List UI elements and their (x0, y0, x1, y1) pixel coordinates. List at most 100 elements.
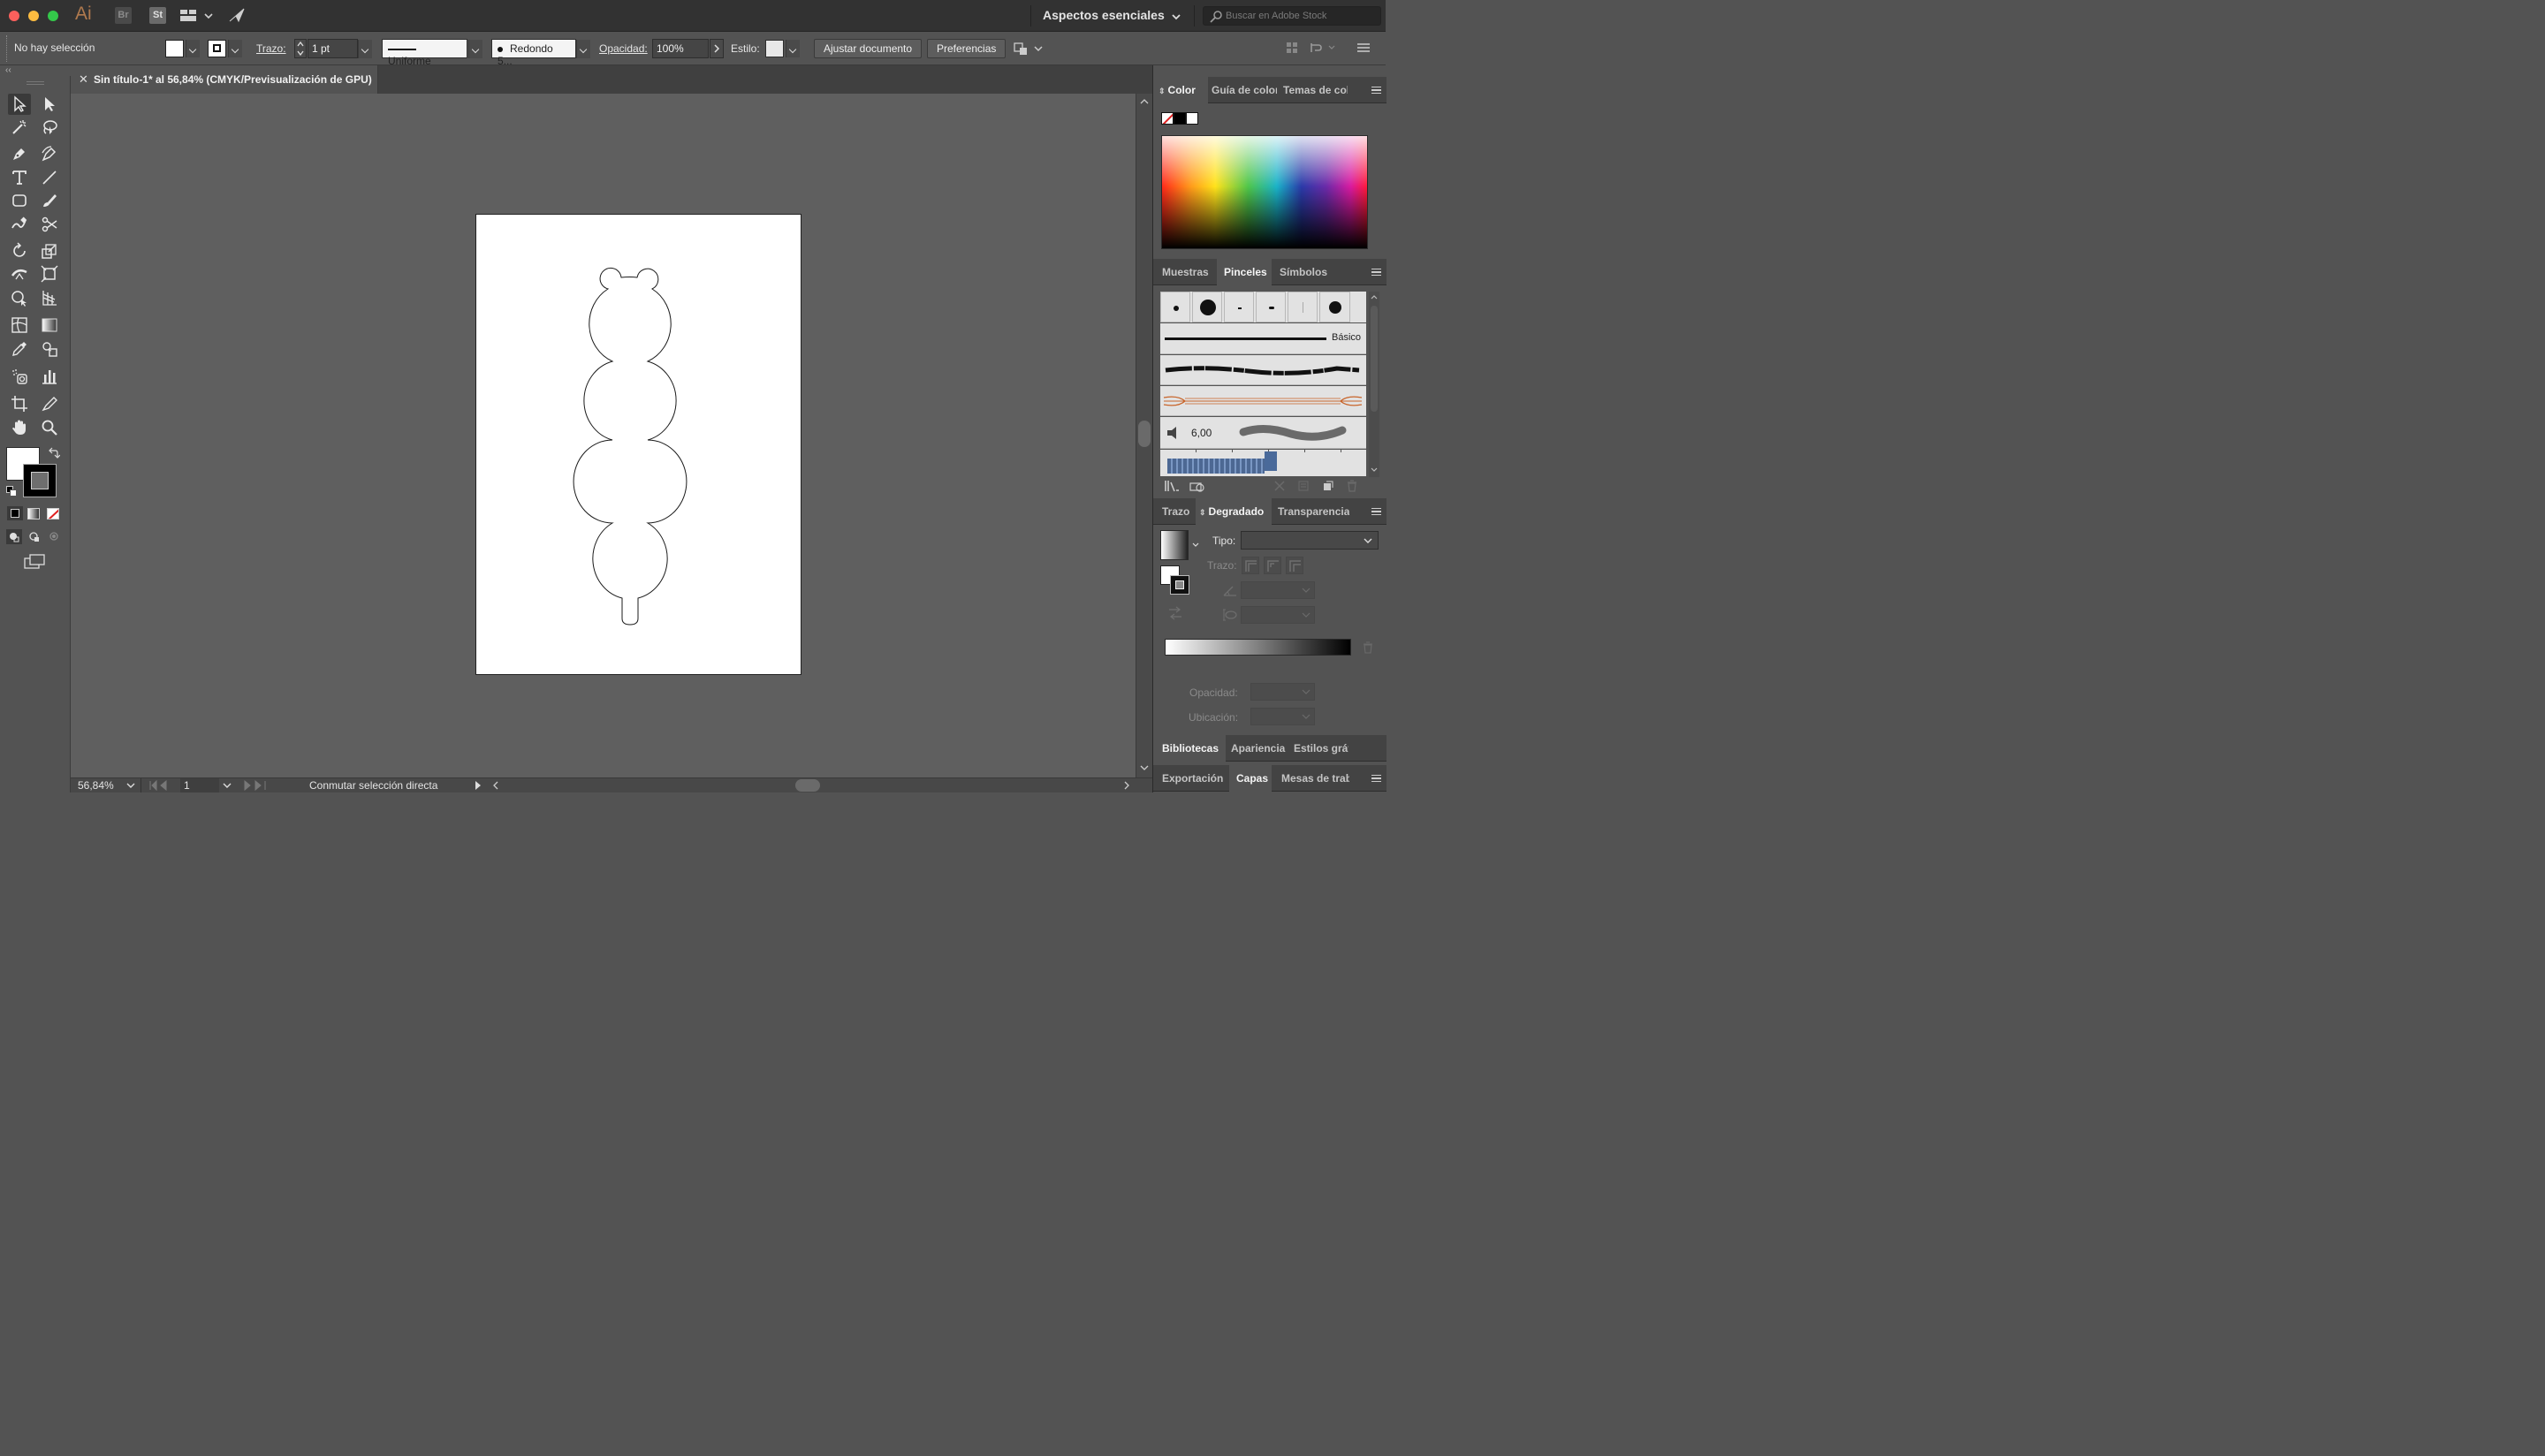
color-spectrum[interactable] (1161, 135, 1368, 249)
arrange-documents-button[interactable] (180, 9, 216, 23)
graphic-style-dropdown[interactable] (786, 40, 800, 57)
artboard[interactable] (475, 214, 801, 675)
tab-symbols[interactable]: Símbolos (1272, 259, 1333, 285)
tab-artboards[interactable]: Mesas de trabajo (1275, 765, 1349, 792)
scroll-left-icon[interactable] (491, 780, 500, 791)
tab-layers[interactable]: Capas (1229, 765, 1272, 792)
brush-libraries-icon[interactable] (1164, 480, 1180, 492)
tab-libraries[interactable]: Bibliotecas (1153, 735, 1226, 762)
stroke-within-button[interactable] (1242, 557, 1259, 574)
magic-wand-tool[interactable] (8, 117, 31, 138)
variable-width-profile[interactable]: Uniforme (382, 39, 467, 67)
brush-tip-cell[interactable] (1256, 292, 1286, 322)
close-window-button[interactable] (9, 11, 19, 21)
zoom-level-field[interactable]: 56,84% (78, 779, 114, 792)
tab-transparency[interactable]: Transparencia (1275, 498, 1349, 525)
transform-panel-icon[interactable] (1310, 42, 1336, 54)
tab-brushes[interactable]: Pinceles (1217, 259, 1272, 285)
document-tab[interactable]: ✕ Sin título-1* al 56,84% (CMYK/Previsua… (71, 65, 378, 94)
shape-builder-tool[interactable] (8, 287, 31, 308)
chevron-down-icon[interactable] (1172, 11, 1181, 24)
gradient-stroke-box[interactable] (1170, 575, 1189, 595)
profile-dropdown[interactable] (468, 40, 482, 58)
blend-tool[interactable] (38, 338, 61, 360)
opacity-label[interactable]: Opacidad: (599, 42, 648, 55)
stock-search-input[interactable]: Buscar en Adobe Stock (1203, 6, 1381, 26)
brush-tip-cell[interactable] (1319, 292, 1350, 322)
vertical-scrollbar[interactable] (1136, 94, 1152, 777)
first-previous-artboard-icons[interactable] (148, 780, 180, 791)
tab-swatches[interactable]: Muestras (1153, 259, 1215, 285)
brush-pattern-row[interactable] (1160, 450, 1366, 476)
stroke-across-button[interactable] (1286, 557, 1303, 574)
brush-tip-cell[interactable] (1224, 292, 1254, 322)
draw-normal-button[interactable] (6, 529, 22, 544)
pen-tool[interactable] (8, 143, 31, 164)
minimize-window-button[interactable] (28, 11, 39, 21)
close-document-icon[interactable]: ✕ (79, 72, 88, 87)
tab-gradient[interactable]: ⇕ Degradado (1196, 498, 1272, 525)
opacity-slider-toggle[interactable] (710, 39, 724, 58)
none-mode-button[interactable] (47, 508, 59, 519)
panel-menu-icon[interactable] (1371, 269, 1381, 276)
brushes-scrollbar[interactable] (1369, 292, 1379, 477)
stroke-color-box[interactable] (23, 464, 57, 497)
stock-button[interactable]: St (149, 7, 166, 24)
free-transform-tool[interactable] (38, 263, 61, 284)
selection-tool[interactable] (8, 94, 31, 115)
tab-color-guide[interactable]: Guía de color (1208, 77, 1277, 103)
graphic-style-swatch[interactable] (765, 40, 784, 57)
tab-color-themes[interactable]: Temas de color (1280, 77, 1348, 103)
gradient-preview-swatch[interactable] (1160, 530, 1189, 560)
default-colors-icon[interactable] (6, 486, 17, 497)
dango-outline-artwork[interactable] (476, 215, 801, 674)
tab-graphic-styles[interactable]: Estilos gráficos (1288, 735, 1348, 762)
horizontal-scroll-thumb[interactable] (795, 779, 820, 792)
eyedropper-tool[interactable] (8, 338, 31, 360)
none-swatch[interactable] (1161, 112, 1174, 125)
screen-mode-button[interactable] (24, 554, 45, 570)
canvas-area[interactable] (71, 94, 1136, 777)
brush-definition[interactable]: Redondo 5... (491, 39, 576, 67)
type-tool[interactable] (8, 167, 31, 188)
toolbar-grip[interactable] (27, 81, 44, 85)
stroke-dropdown[interactable] (228, 40, 242, 57)
curvature-tool[interactable] (38, 143, 61, 164)
panel-menu-icon[interactable] (1371, 87, 1381, 94)
brush-tip-cell[interactable] (1288, 292, 1318, 322)
shaper-tool[interactable] (8, 214, 31, 235)
vertical-scroll-thumb[interactable] (1138, 421, 1151, 447)
next-last-artboard-icons[interactable] (241, 780, 273, 791)
status-menu-icon[interactable] (474, 780, 482, 791)
rectangle-tool[interactable] (8, 190, 31, 211)
brush-tip-cell[interactable] (1192, 292, 1222, 322)
gradient-angle-field[interactable] (1241, 581, 1315, 599)
tab-appearance[interactable]: Apariencia (1226, 735, 1288, 762)
scroll-right-icon[interactable] (1122, 780, 1131, 791)
white-swatch[interactable] (1186, 112, 1198, 125)
zoom-tool[interactable] (38, 417, 61, 438)
black-swatch[interactable] (1174, 112, 1186, 125)
slice-tool[interactable] (38, 393, 61, 414)
remove-brush-stroke-icon[interactable] (1273, 480, 1286, 492)
line-segment-tool[interactable] (38, 167, 61, 188)
brush-bristle-row[interactable]: 6,00 (1160, 417, 1366, 449)
brush-dropdown[interactable] (576, 40, 590, 58)
fill-dropdown[interactable] (186, 40, 200, 57)
document-setup-button[interactable]: Ajustar documento (814, 39, 923, 58)
workspace-switcher[interactable]: Aspectos esenciales (1043, 8, 1165, 22)
gradient-aspect-field[interactable] (1241, 606, 1315, 624)
column-graph-tool[interactable] (38, 366, 61, 387)
bar-grip[interactable] (6, 35, 9, 62)
brush-decorative-row[interactable] (1160, 386, 1366, 416)
gradient-location-field[interactable] (1250, 708, 1315, 725)
gradient-mode-button[interactable] (27, 508, 40, 519)
rotate-tool[interactable] (8, 240, 31, 262)
preferences-button[interactable]: Preferencias (927, 39, 1007, 58)
opacity-field[interactable]: 100% (652, 39, 709, 58)
stroke-label[interactable]: Trazo: (256, 42, 286, 55)
stroke-weight-dropdown[interactable] (358, 40, 372, 58)
brush-basic-row[interactable]: Básico (1160, 323, 1366, 354)
bridge-button[interactable]: Br (115, 7, 132, 24)
stroke-along-button[interactable] (1264, 557, 1281, 574)
